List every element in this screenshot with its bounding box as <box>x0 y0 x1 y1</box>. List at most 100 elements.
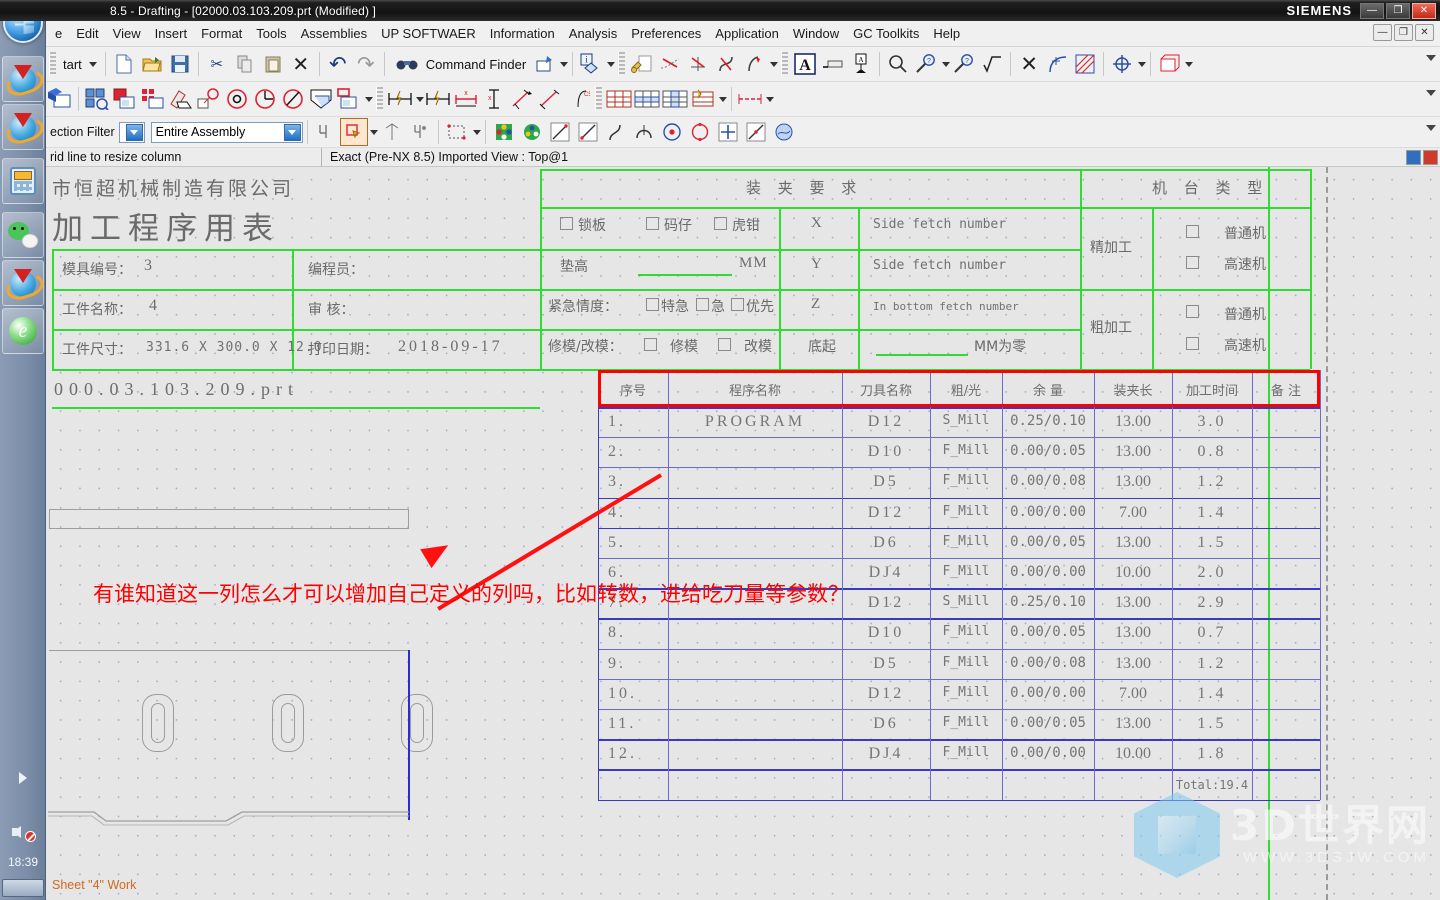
table-col-icon[interactable] <box>661 85 689 113</box>
selection-filter-dropdown[interactable] <box>118 121 145 143</box>
toolbar-overflow-icon[interactable] <box>1426 90 1436 96</box>
cut-icon[interactable]: ✂ <box>203 50 231 78</box>
chevron-down-icon[interactable] <box>560 61 569 67</box>
spline-icon[interactable] <box>602 118 630 146</box>
line-icon[interactable] <box>742 118 770 146</box>
tray-expand-icon[interactable] <box>19 772 27 784</box>
balloon-icon[interactable]: A <box>847 50 875 78</box>
assembly-scope-dropdown[interactable]: Entire Assembly <box>150 121 303 143</box>
sheet-icon[interactable] <box>1155 50 1183 78</box>
checkbox-rough-high-speed-machine[interactable] <box>1186 337 1199 350</box>
fill-icon[interactable] <box>770 118 798 146</box>
radius-dim-icon[interactable] <box>251 85 279 113</box>
chevron-down-icon[interactable] <box>365 96 373 102</box>
checkbox-lock-plate[interactable] <box>560 217 573 230</box>
fillet-icon[interactable] <box>740 50 768 78</box>
chevron-down-icon[interactable] <box>1185 61 1194 67</box>
copy-icon[interactable] <box>231 50 259 78</box>
circle-center-icon[interactable] <box>658 118 686 146</box>
volume-mute-icon[interactable] <box>12 822 36 842</box>
zoom-out-icon[interactable] <box>884 50 912 78</box>
checkbox-repair-mold[interactable] <box>644 338 657 351</box>
chamfer-dim-icon[interactable] <box>508 85 536 113</box>
minimize-button[interactable]: — <box>1360 2 1384 19</box>
show-desktop-button[interactable] <box>2 879 44 897</box>
mdi-restore-button[interactable]: ❐ <box>1394 24 1413 41</box>
toolbar-grip[interactable] <box>618 52 626 76</box>
menu-item-assemblies[interactable]: Assemblies <box>294 23 374 44</box>
zoom-in-icon[interactable]: ? <box>950 50 978 78</box>
menu-item-window[interactable]: Window <box>786 23 846 44</box>
drawing-canvas[interactable]: 市恒超机械制造有限公司 加工程序用表 模具编号： 3 编程员： 工件名称： 4 … <box>46 167 1440 900</box>
menu-item-information[interactable]: Information <box>483 23 562 44</box>
ordinate-dim-icon[interactable] <box>536 85 564 113</box>
text-icon[interactable]: A <box>791 50 819 78</box>
chevron-down-icon[interactable] <box>942 61 951 67</box>
checkbox-vise[interactable] <box>714 217 727 230</box>
menu-item-tools[interactable]: Tools <box>249 23 293 44</box>
checkbox-urgent[interactable] <box>696 298 709 311</box>
taskbar-item-calculator[interactable] <box>2 158 44 204</box>
info-icon[interactable]: i <box>577 50 605 78</box>
checkbox-finish-standard-machine[interactable] <box>1186 225 1199 238</box>
journal-icon[interactable] <box>530 50 558 78</box>
wrench-icon[interactable] <box>628 50 656 78</box>
line-create-icon[interactable] <box>546 118 574 146</box>
rapid-dim-icon[interactable] <box>386 85 414 113</box>
arc-icon[interactable] <box>630 118 658 146</box>
checkbox-finish-high-speed-machine[interactable] <box>1186 256 1199 269</box>
tangent-icon[interactable] <box>1043 50 1071 78</box>
horizontal-dim-icon[interactable]: x <box>452 85 480 113</box>
new-document-icon[interactable] <box>110 50 138 78</box>
linear-dim-icon[interactable] <box>424 85 452 113</box>
part-list-icon[interactable] <box>689 85 717 113</box>
base-view-icon[interactable] <box>83 85 111 113</box>
trim-icon[interactable] <box>656 50 684 78</box>
toolbar-grip[interactable] <box>781 52 789 76</box>
datum-icon[interactable] <box>378 118 406 146</box>
toolbar-grip[interactable] <box>595 87 602 111</box>
select-general-icon[interactable] <box>312 118 340 146</box>
projected-view-icon[interactable] <box>195 85 223 113</box>
snap-point-icon[interactable] <box>406 118 434 146</box>
taskbar-item-idm-3[interactable] <box>2 260 44 306</box>
paste-icon[interactable] <box>259 50 287 78</box>
circle-icon[interactable] <box>686 118 714 146</box>
mdi-close-button[interactable]: ✕ <box>1415 24 1434 41</box>
checkbox-clamp[interactable] <box>646 217 659 230</box>
menu-item-insert[interactable]: Insert <box>148 23 195 44</box>
face-color-icon[interactable] <box>490 118 518 146</box>
radical-icon[interactable] <box>978 50 1006 78</box>
menu-item-view[interactable]: View <box>106 23 148 44</box>
chevron-down-icon[interactable] <box>770 61 779 67</box>
extend-icon[interactable] <box>684 50 712 78</box>
section-view-icon[interactable] <box>111 85 139 113</box>
chevron-down-icon[interactable] <box>766 96 774 102</box>
view-create-icon[interactable] <box>46 85 74 113</box>
menu-item-0[interactable]: e <box>48 23 69 44</box>
table-row-icon[interactable] <box>633 85 661 113</box>
select-feature-icon[interactable] <box>339 118 368 146</box>
taskbar-item-browser[interactable] <box>2 308 44 354</box>
point-icon[interactable] <box>714 118 742 146</box>
menu-item-help[interactable]: Help <box>926 23 967 44</box>
delete-icon[interactable]: ✕ <box>287 50 315 78</box>
close-button[interactable]: ✕ <box>1412 2 1436 19</box>
toolbar-grip[interactable] <box>376 87 383 111</box>
chevron-down-icon[interactable] <box>472 129 481 135</box>
chevron-down-icon[interactable] <box>719 96 727 102</box>
note-icon[interactable] <box>819 50 847 78</box>
save-icon[interactable] <box>166 50 194 78</box>
toolbar-overflow-icon[interactable] <box>1426 125 1436 131</box>
object-display-icon[interactable] <box>518 118 546 146</box>
rectangle-select-icon[interactable] <box>443 118 471 146</box>
note-tools-icon[interactable] <box>736 85 764 113</box>
center-mark-icon[interactable]: C5 <box>564 85 592 113</box>
drawing-sheet-icon[interactable] <box>335 85 363 113</box>
menu-item-preferences[interactable]: Preferences <box>624 23 708 44</box>
mdi-minimize-button[interactable]: — <box>1373 24 1392 41</box>
chevron-down-icon[interactable] <box>416 96 424 102</box>
redo-icon[interactable]: ↷ <box>352 50 380 78</box>
menu-item-analysis[interactable]: Analysis <box>562 23 624 44</box>
restore-button[interactable]: ❐ <box>1386 2 1410 19</box>
